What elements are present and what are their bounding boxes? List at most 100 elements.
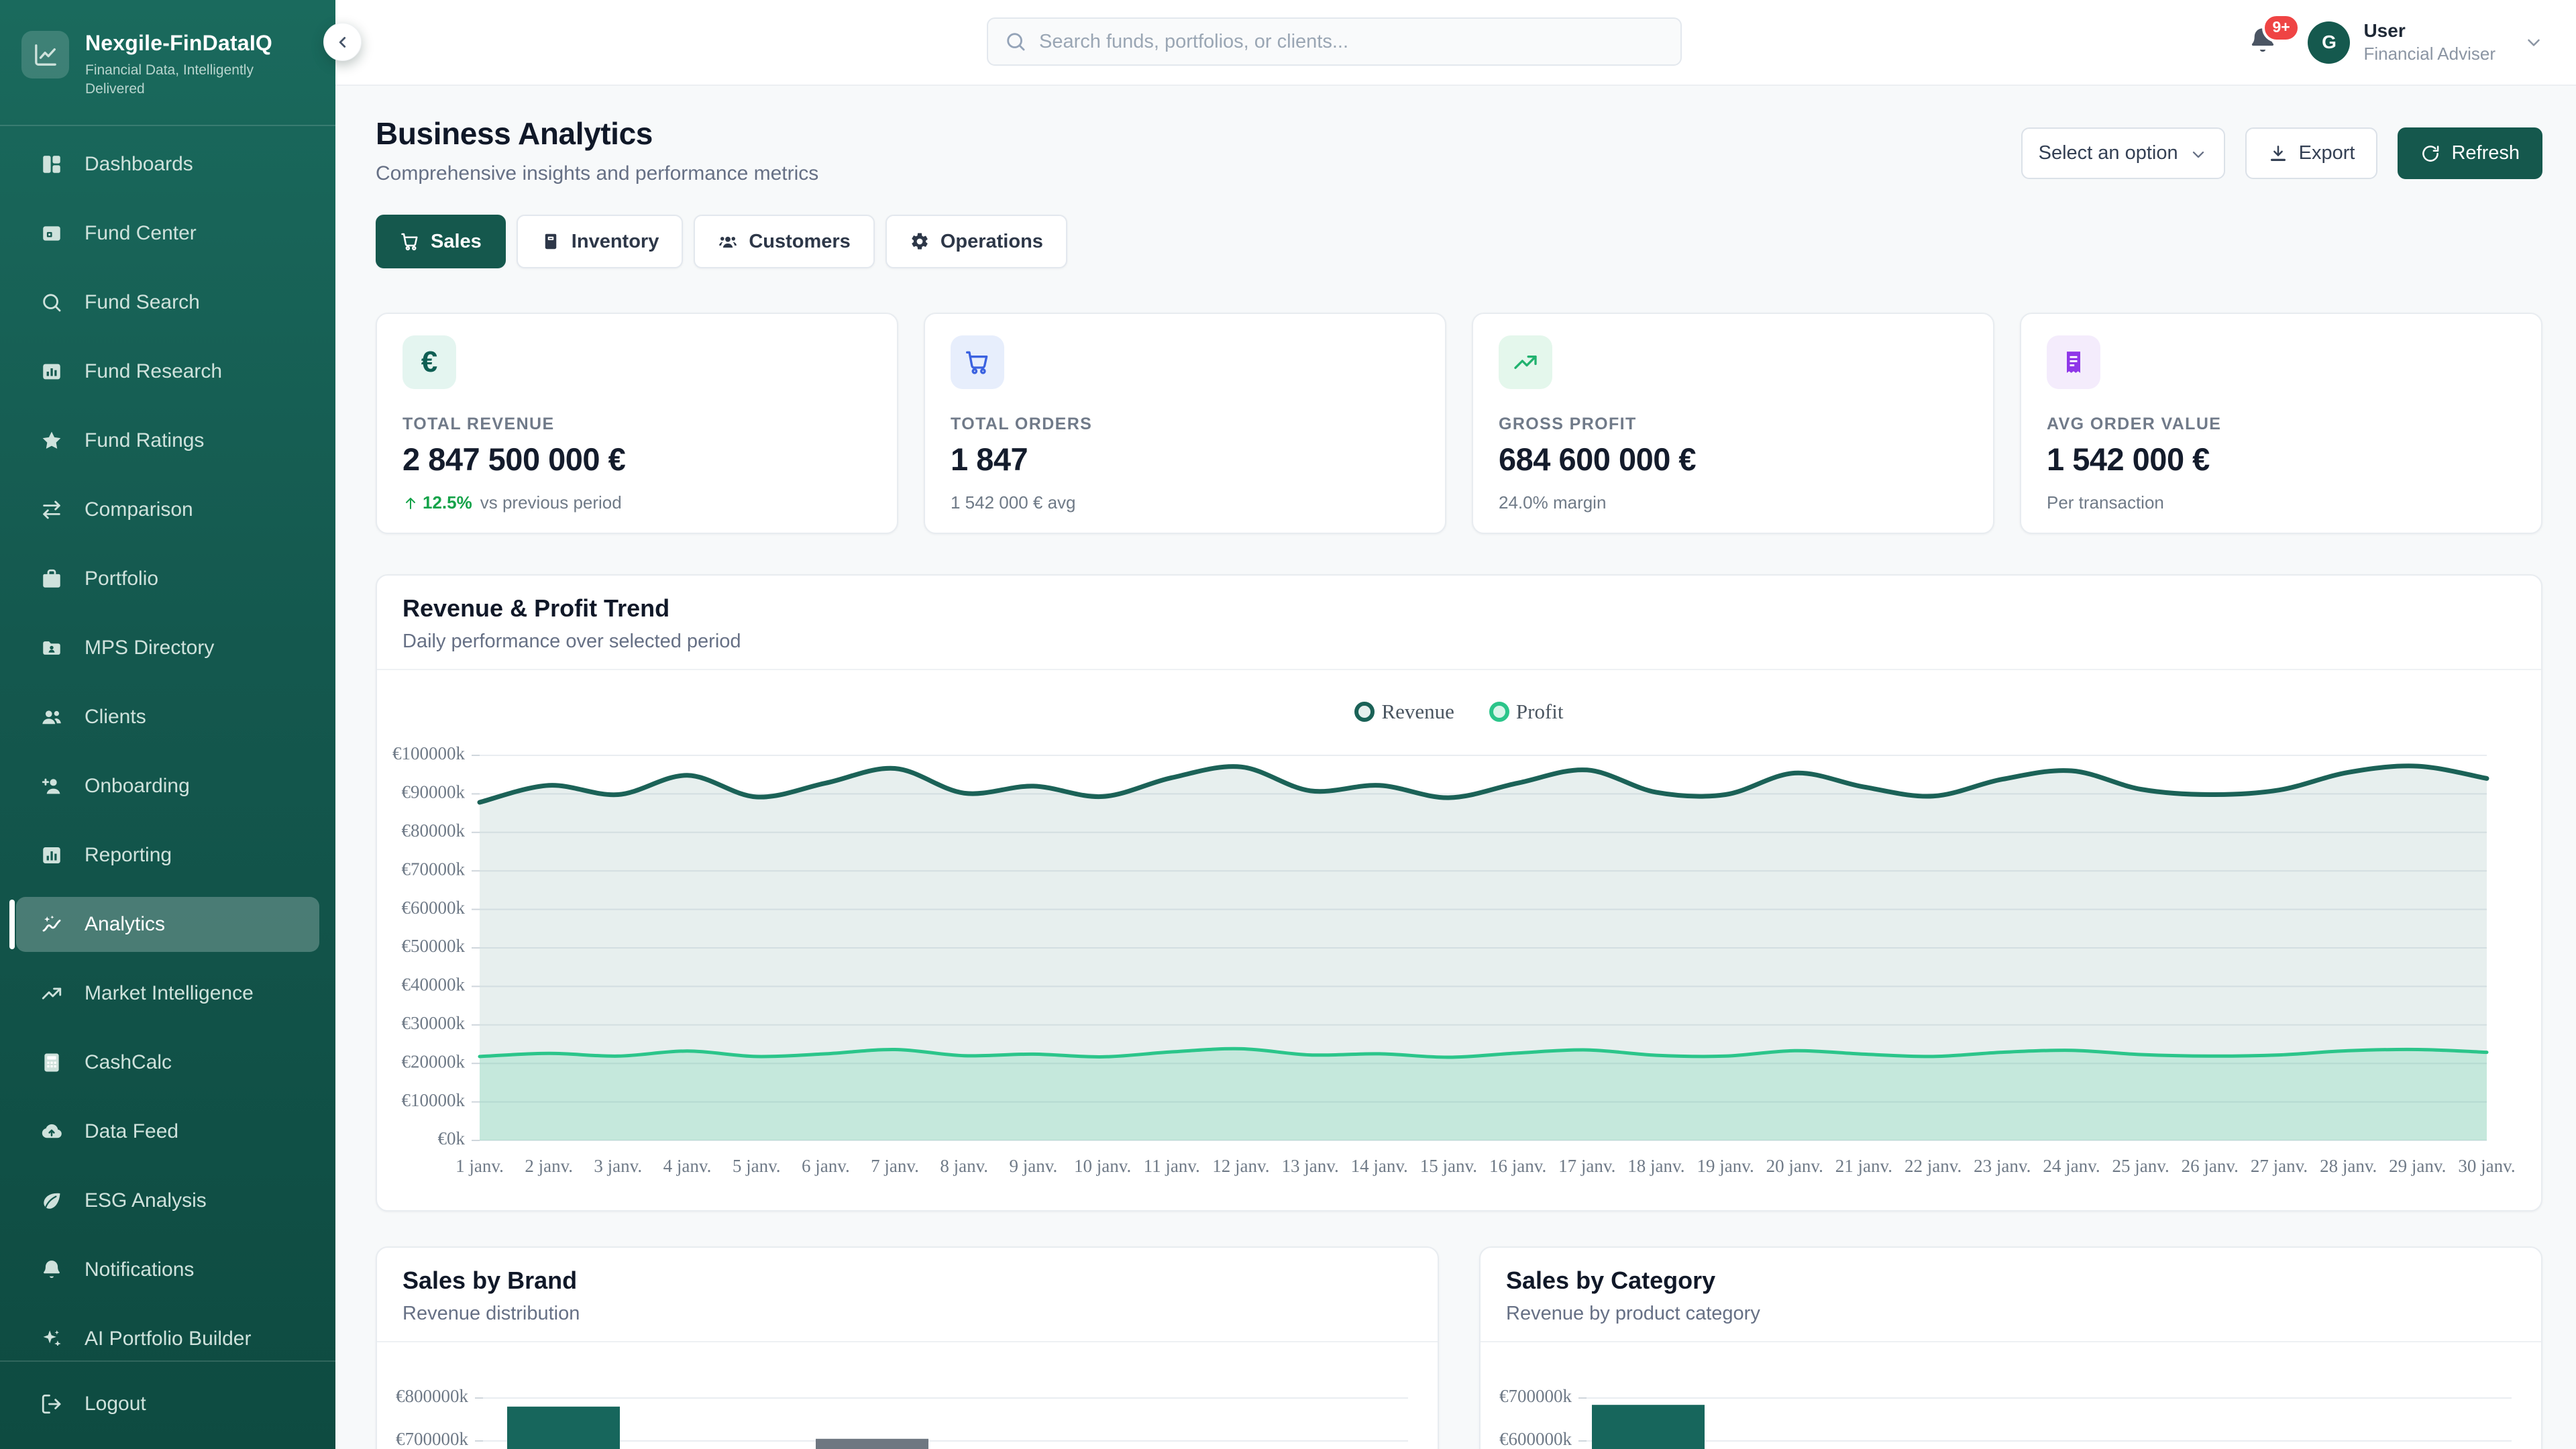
tab-sales[interactable]: Sales: [376, 215, 506, 268]
kpi-subtext: 24.0% margin: [1499, 492, 1968, 513]
arrows-compare-icon: [40, 498, 63, 521]
sidebar-item-fund-center[interactable]: Fund Center: [16, 206, 319, 261]
sidebar-item-comparison[interactable]: Comparison: [16, 482, 319, 537]
kpi-card-gross-profit: GROSS PROFIT 684 600 000 € 24.0% margin: [1472, 313, 1994, 534]
briefcase-icon: [40, 568, 63, 590]
brand-logo: [21, 31, 69, 78]
tab-label: Customers: [749, 231, 851, 253]
search-icon: [40, 291, 63, 314]
analytics-sparkle-icon: [40, 913, 63, 936]
svg-text:€20000k: €20000k: [402, 1051, 466, 1071]
legend-item-revenue[interactable]: Revenue: [1354, 700, 1454, 724]
svg-text:5 janv.: 5 janv.: [733, 1156, 781, 1176]
sales-by-category-card: Sales by Category Revenue by product cat…: [1479, 1246, 2542, 1449]
sidebar-item-label: Dashboards: [85, 153, 193, 176]
kpi-note: Per transaction: [2047, 492, 2164, 513]
sidebar-item-logout[interactable]: Logout: [16, 1377, 319, 1432]
trend-chart-svg: €0k€10000k€20000k€30000k€40000k€50000k€6…: [377, 670, 2541, 1211]
sidebar-item-reporting[interactable]: Reporting: [16, 828, 319, 883]
svg-text:15 janv.: 15 janv.: [1420, 1156, 1477, 1176]
brand-card-title: Sales by Brand: [402, 1267, 1412, 1295]
brand-card-header: Sales by Brand Revenue distribution: [377, 1248, 1438, 1341]
main-area: 9+ G User Financial Adviser Business Ana…: [335, 0, 2576, 1449]
export-button[interactable]: Export: [2245, 127, 2378, 179]
leaf-icon: [40, 1189, 63, 1212]
sidebar-item-data-feed[interactable]: Data Feed: [16, 1104, 319, 1159]
svg-text:€100000k: €100000k: [392, 743, 466, 763]
users-icon: [40, 706, 63, 729]
svg-text:10 janv.: 10 janv.: [1074, 1156, 1131, 1176]
tab-label: Sales: [431, 231, 482, 253]
svg-text:€50000k: €50000k: [402, 936, 466, 956]
tab-customers[interactable]: Customers: [694, 215, 875, 268]
svg-text:27 janv.: 27 janv.: [2251, 1156, 2308, 1176]
sidebar-item-label: Data Feed: [85, 1120, 178, 1143]
sidebar-item-portfolio[interactable]: Portfolio: [16, 551, 319, 606]
sidebar-item-notifications[interactable]: Notifications: [16, 1242, 319, 1297]
kpi-label: TOTAL REVENUE: [402, 415, 871, 434]
chevron-down-icon: [2524, 32, 2544, 52]
sidebar-footer-divider: [0, 1360, 335, 1362]
chart-card-2-icon: [40, 844, 63, 867]
bottom-charts-row: Sales by Brand Revenue distribution €800…: [376, 1246, 2542, 1449]
sidebar-item-clients[interactable]: Clients: [16, 690, 319, 745]
notifications-button[interactable]: 9+: [2247, 25, 2278, 60]
category-card-header: Sales by Category Revenue by product cat…: [1481, 1248, 2541, 1341]
sidebar-item-dashboards[interactable]: Dashboards: [16, 137, 319, 192]
svg-text:14 janv.: 14 janv.: [1351, 1156, 1408, 1176]
search-input[interactable]: [1039, 31, 1664, 53]
trending-up-icon: [40, 982, 63, 1005]
trend-chart-card: Revenue & Profit Trend Daily performance…: [376, 574, 2542, 1212]
kpi-subtext: 12.5%vs previous period: [402, 492, 871, 513]
kpi-label: GROSS PROFIT: [1499, 415, 1968, 434]
svg-text:4 janv.: 4 janv.: [663, 1156, 712, 1176]
user-plus-icon: [40, 775, 63, 798]
kpi-card-avg-order-value: AVG ORDER VALUE 1 542 000 € Per transact…: [2020, 313, 2542, 534]
kpi-note: 1 542 000 € avg: [951, 492, 1076, 513]
kpi-row: € TOTAL REVENUE 2 847 500 000 € 12.5%vs …: [376, 313, 2542, 534]
svg-text:8 janv.: 8 janv.: [940, 1156, 988, 1176]
trend-card-subtitle: Daily performance over selected period: [402, 631, 2516, 653]
tab-inventory[interactable]: Inventory: [517, 215, 684, 268]
gear-icon: [910, 231, 930, 252]
sidebar-item-fund-research[interactable]: Fund Research: [16, 344, 319, 399]
refresh-button[interactable]: Refresh: [2398, 127, 2542, 179]
sidebar-item-label: Fund Search: [85, 291, 200, 314]
tab-operations[interactable]: Operations: [885, 215, 1067, 268]
page-controls: Select an option Export Refresh: [2021, 127, 2542, 179]
page-subtitle: Comprehensive insights and performance m…: [376, 162, 818, 185]
legend-label: Revenue: [1381, 700, 1454, 724]
search-icon: [1004, 30, 1027, 53]
folder-user-icon: [40, 637, 63, 659]
sidebar-item-onboarding[interactable]: Onboarding: [16, 759, 319, 814]
users-group-icon: [718, 231, 738, 252]
category-card-subtitle: Revenue by product category: [1506, 1303, 2516, 1325]
sidebar-item-label: Fund Research: [85, 360, 222, 383]
svg-text:€600000k: €600000k: [1499, 1429, 1572, 1449]
sidebar-item-label: Reporting: [85, 844, 172, 867]
sidebar: Nexgile-FinDataIQ Financial Data, Intell…: [0, 0, 335, 1449]
sidebar-item-cashcalc[interactable]: CashCalc: [16, 1035, 319, 1090]
period-select[interactable]: Select an option: [2021, 127, 2225, 179]
sidebar-item-esg-analysis[interactable]: ESG Analysis: [16, 1173, 319, 1228]
kpi-trend: 12.5%: [402, 492, 472, 513]
brand-chart-svg: €800000k€700000k€600000k€500000k€400000k…: [377, 1342, 1439, 1449]
sidebar-item-label: Analytics: [85, 913, 165, 936]
legend-item-profit[interactable]: Profit: [1489, 700, 1564, 724]
cloud-upload-icon: [40, 1120, 63, 1143]
sidebar-item-fund-ratings[interactable]: Fund Ratings: [16, 413, 319, 468]
svg-text:3 janv.: 3 janv.: [594, 1156, 642, 1176]
trending-up-icon: [1499, 335, 1552, 389]
sidebar-item-ai-portfolio-builder[interactable]: AI Portfolio Builder: [16, 1311, 319, 1346]
refresh-button-label: Refresh: [2451, 142, 2520, 164]
sidebar-item-analytics[interactable]: Analytics: [16, 897, 319, 952]
sidebar-item-market-intelligence[interactable]: Market Intelligence: [16, 966, 319, 1021]
user-menu[interactable]: G User Financial Adviser: [2308, 20, 2544, 64]
tab-label: Operations: [941, 231, 1043, 253]
legend-label: Profit: [1516, 700, 1564, 724]
sidebar-collapse-button[interactable]: [323, 23, 362, 61]
brand-title: Nexgile-FinDataIQ: [85, 31, 307, 56]
sidebar-item-mps-directory[interactable]: MPS Directory: [16, 621, 319, 676]
sidebar-item-fund-search[interactable]: Fund Search: [16, 275, 319, 330]
topbar-right: 9+ G User Financial Adviser: [2247, 20, 2576, 64]
